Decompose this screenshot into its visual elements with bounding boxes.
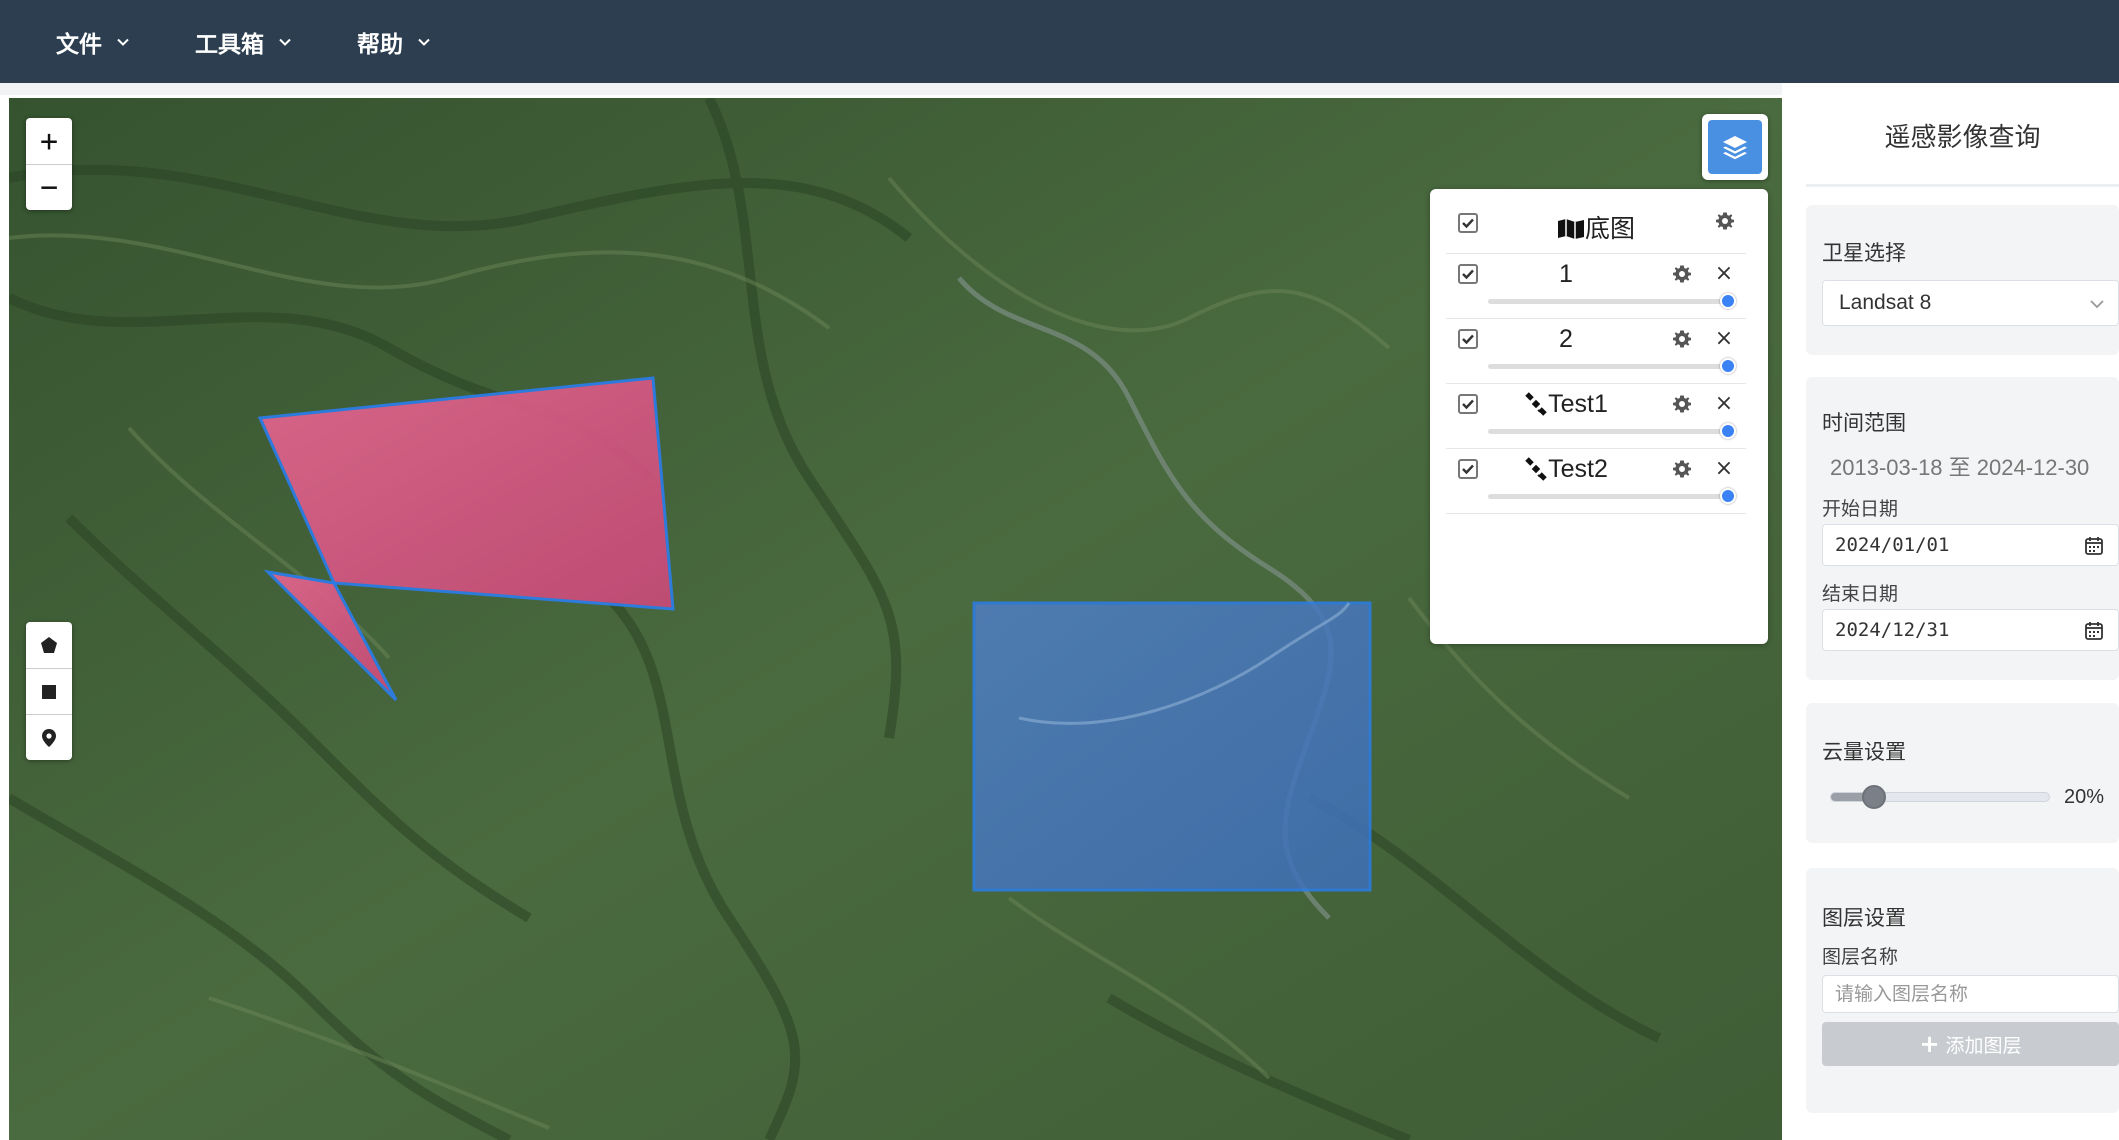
layer-settings-title: 图层设置 [1822,906,1906,930]
menu-file-label: 文件 [56,31,102,58]
chevron-down-icon [2090,300,2104,309]
layer-name-text: 1 [1559,260,1573,288]
layer-name-label: 图层名称 [1822,946,1899,968]
start-date-input[interactable]: 2024/01/01 [1822,524,2119,566]
layer-switch-button[interactable] [1702,114,1768,180]
chevron-down-icon [279,38,291,46]
start-date-value: 2024/01/01 [1835,534,1950,556]
layer-name-text: 2 [1559,325,1573,353]
map-icon [1557,219,1584,239]
add-layer-label: 添加图层 [1945,1034,2022,1057]
end-date-input[interactable]: 2024/12/31 [1822,609,2119,651]
draw-toolbar [26,622,72,760]
zoom-control: + − [26,118,72,210]
opacity-slider-thumb[interactable] [1720,358,1736,374]
satellite-icon [1525,392,1547,416]
satellite-card: 卫星选择 Landsat 8 [1806,205,2119,355]
gear-icon[interactable] [1715,211,1735,231]
zoom-in-button[interactable]: + [26,118,72,164]
draw-marker-button[interactable] [26,714,72,760]
calendar-icon[interactable] [2084,536,2104,556]
opacity-slider-thumb[interactable] [1720,423,1736,439]
satellite-card-title: 卫星选择 [1822,241,1906,265]
layer-row-basemap: 底图 [1446,189,1746,254]
plus-icon: + [1919,1030,1940,1058]
menu-help-label: 帮助 [357,31,403,58]
cloud-card: 云量设置 20% [1806,703,2119,843]
end-date-label: 结束日期 [1822,583,1899,605]
start-date-label: 开始日期 [1822,498,1899,520]
opacity-slider[interactable] [1488,299,1728,304]
opacity-slider-thumb[interactable] [1720,488,1736,504]
cloud-slider-thumb[interactable] [1862,785,1886,809]
satellite-icon [1525,457,1547,481]
top-menu-bar: 文件 工具箱 帮助 [0,0,2119,83]
footprint-blue [972,601,1372,892]
remove-layer-button[interactable]: × [1714,393,1734,415]
layer-row-2: 2 × [1446,319,1746,384]
menu-help[interactable]: 帮助 [357,0,431,83]
gear-icon[interactable] [1672,394,1692,414]
menu-toolbox[interactable]: 工具箱 [195,0,292,83]
marker-icon [42,728,56,747]
chevron-down-icon [418,38,430,46]
layer-row-test2: Test2 × [1446,449,1746,514]
opacity-slider[interactable] [1488,429,1728,434]
satellite-select[interactable]: Landsat 8 [1822,280,2119,326]
opacity-slider[interactable] [1488,364,1728,369]
end-date-value: 2024/12/31 [1835,619,1950,641]
remove-layer-button[interactable]: × [1714,458,1734,480]
map-view[interactable]: + − 底图 1 × 2 × Test1 × Test2 × [9,98,1782,1140]
layer-panel: 底图 1 × 2 × Test1 × Test2 × [1430,189,1768,644]
layer-name-text: 底图 [1584,215,1635,243]
available-time-range: 2013-03-18 至 2024-12-30 [1830,455,2090,480]
opacity-slider[interactable] [1488,494,1728,499]
cloud-card-title: 云量设置 [1822,740,1906,764]
layer-name: 底图 [1446,209,1746,245]
layer-name-input[interactable] [1822,975,2119,1013]
satellite-select-value: Landsat 8 [1839,291,1932,314]
menu-toolbox-label: 工具箱 [195,31,264,58]
layer-name: Test2 [1416,455,1716,484]
gear-icon[interactable] [1672,264,1692,284]
draw-rectangle-button[interactable] [26,668,72,714]
query-side-panel: 遥感影像查询 卫星选择 Landsat 8 时间范围 2013-03-18 至 … [1782,83,2119,1140]
layer-settings-card: 图层设置 图层名称 + 添加图层 [1806,868,2119,1113]
gear-icon[interactable] [1672,329,1692,349]
remove-layer-button[interactable]: × [1714,328,1734,350]
chevron-down-icon [117,38,129,46]
cloud-value: 20% [2064,786,2105,808]
add-layer-button[interactable]: + 添加图层 [1822,1022,2119,1066]
layer-name-text: Test2 [1548,455,1608,483]
layer-name-text: Test1 [1548,390,1608,418]
layer-name: Test1 [1416,390,1716,419]
gear-icon[interactable] [1672,459,1692,479]
opacity-slider-thumb[interactable] [1720,293,1736,309]
panel-title: 遥感影像查询 [1806,117,2119,187]
polygon-icon [41,637,57,653]
menu-file[interactable]: 文件 [56,0,130,83]
rectangle-icon [42,684,56,699]
draw-polygon-button[interactable] [26,622,72,668]
calendar-icon[interactable] [2084,621,2104,641]
time-card-title: 时间范围 [1822,411,1906,435]
layers-icon [1723,136,1747,160]
layer-row-1: 1 × [1446,254,1746,319]
zoom-out-button[interactable]: − [26,164,72,210]
layer-switch-inner [1708,120,1762,174]
layer-row-test1: Test1 × [1446,384,1746,449]
remove-layer-button[interactable]: × [1714,263,1734,285]
time-range-card: 时间范围 2013-03-18 至 2024-12-30 开始日期 2024/0… [1806,377,2119,680]
